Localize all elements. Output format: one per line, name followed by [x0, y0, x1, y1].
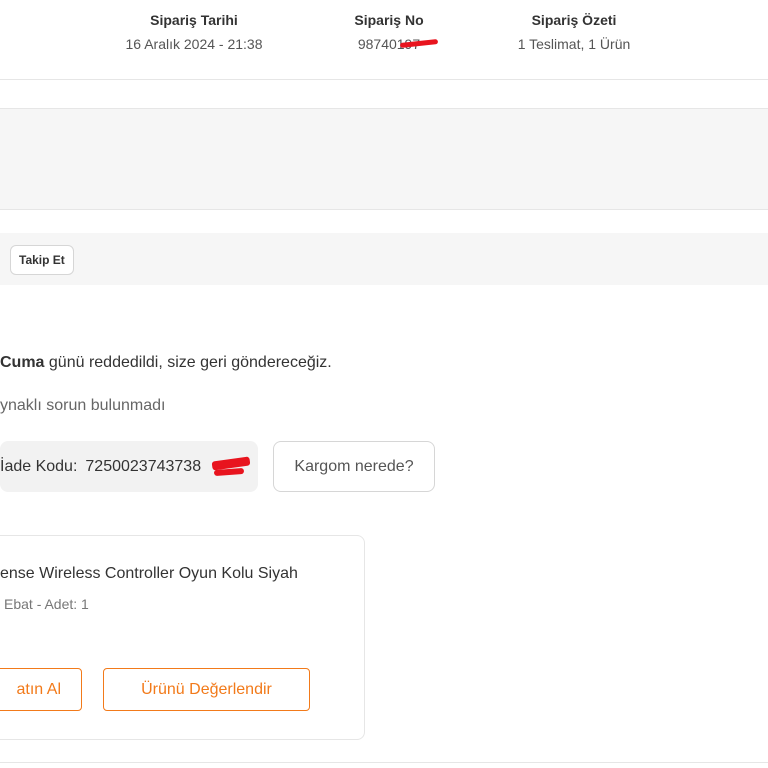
order-number-column: Sipariş No 98740197: [289, 12, 489, 52]
status-day: Cuma: [0, 354, 45, 371]
order-summary-column: Sipariş Özeti 1 Teslimat, 1 Ürün: [474, 12, 674, 52]
product-meta: Ebat - Adet: 1: [4, 596, 89, 612]
tracking-bar: Takip Et: [0, 233, 768, 285]
order-header: Sipariş Tarihi 16 Aralık 2024 - 21:38 Si…: [0, 0, 768, 80]
return-code-value: 7250023743738: [85, 458, 202, 475]
order-number-title: Sipariş No: [354, 12, 424, 28]
status-message: günü reddedildi, size geri göndereceğiz.: [44, 354, 332, 371]
order-summary-title: Sipariş Özeti: [531, 12, 617, 28]
review-product-button[interactable]: Ürünü Değerlendir: [103, 668, 310, 711]
order-date-value: 16 Aralık 2024 - 21:38: [125, 36, 263, 52]
order-date-title: Sipariş Tarihi: [150, 12, 238, 28]
info-panel: [0, 108, 768, 210]
where-is-my-cargo-button[interactable]: Kargom nerede?: [273, 441, 435, 492]
order-number-value: 98740197: [357, 36, 421, 52]
delivery-status-text: Cuma günü reddedildi, size geri gönderec…: [0, 354, 332, 372]
product-name[interactable]: ense Wireless Controller Oyun Kolu Siyah: [0, 565, 298, 583]
delivery-sub-status: ynaklı sorun bulunmadı: [0, 397, 166, 414]
order-summary-value: 1 Teslimat, 1 Ürün: [517, 36, 631, 52]
track-button[interactable]: Takip Et: [10, 245, 74, 275]
buy-again-button[interactable]: atın Al: [0, 668, 82, 711]
bottom-divider: [0, 762, 768, 763]
order-date-column: Sipariş Tarihi 16 Aralık 2024 - 21:38: [94, 12, 294, 52]
return-code-label: İade Kodu:: [0, 458, 78, 475]
